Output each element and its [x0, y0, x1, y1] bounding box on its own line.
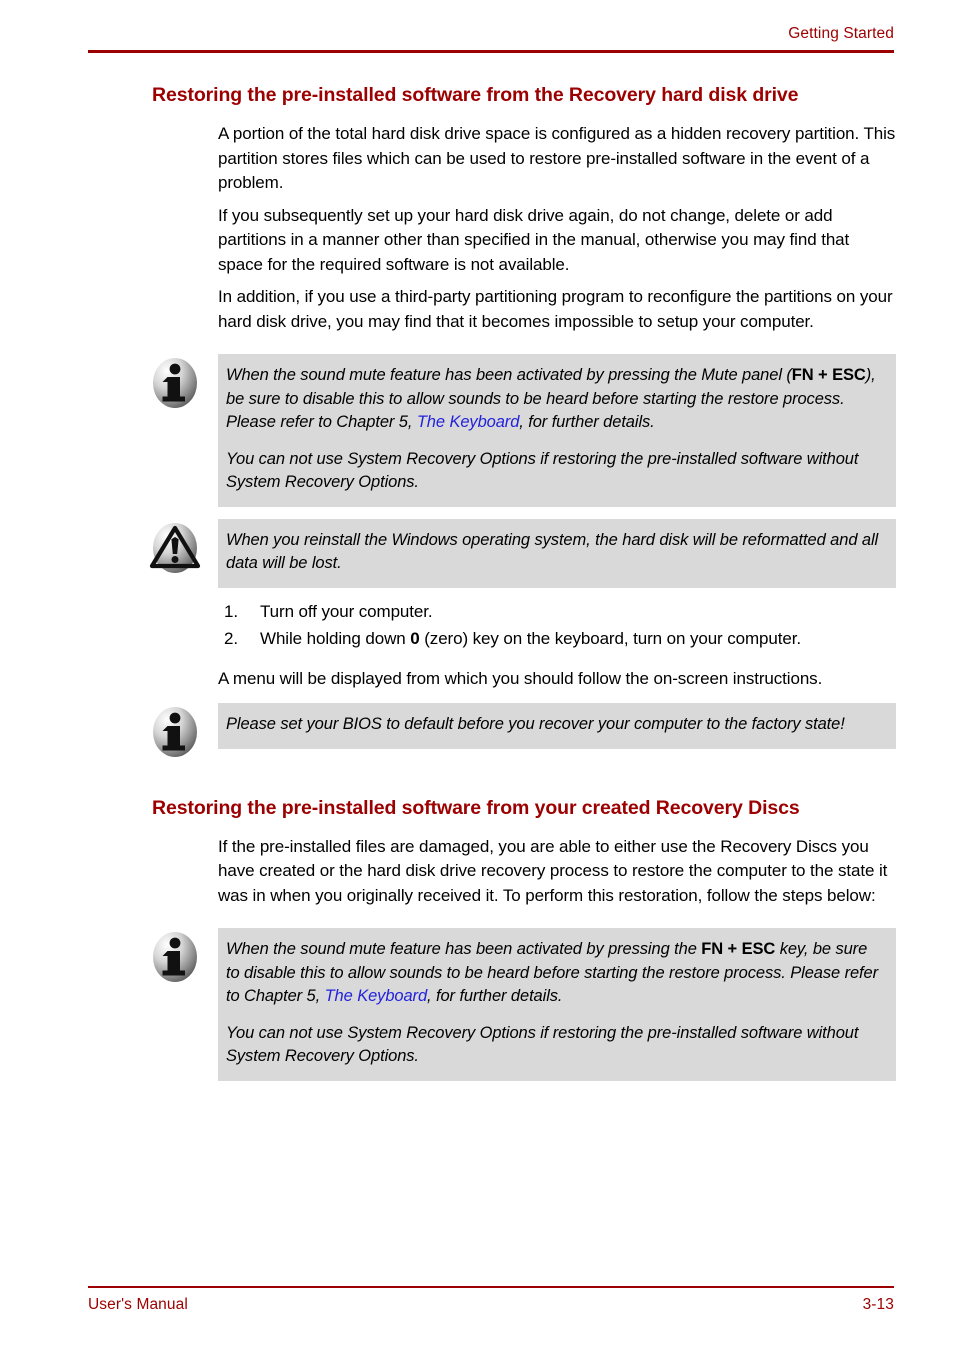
- list-item: 2. While holding down 0 (zero) key on the…: [218, 627, 896, 652]
- after-steps-body: A menu will be displayed from which you …: [218, 667, 896, 692]
- info-icon: [148, 356, 202, 410]
- warning-callout-reinstall-windows: When you reinstall the Windows operating…: [149, 518, 896, 588]
- info-icon: [148, 705, 202, 759]
- callout-paragraph: When the sound mute feature has been act…: [226, 938, 884, 1009]
- bold-zero-key: 0: [410, 629, 420, 648]
- list-item-number: 1.: [224, 601, 238, 621]
- list-item-number: 2.: [224, 629, 238, 648]
- paragraph: In addition, if you use a third-party pa…: [218, 287, 893, 331]
- paragraph: If you subsequently set up your hard dis…: [218, 205, 850, 274]
- list-item-text: While holding down: [260, 629, 411, 648]
- callout-text: When the sound mute feature has been act…: [226, 366, 792, 384]
- running-header: Getting Started: [88, 24, 894, 53]
- list-item-text: (zero) key on the keyboard, turn on your…: [419, 629, 801, 648]
- list-item: 1. Turn off your computer.: [218, 600, 896, 625]
- keycap-plus: +: [723, 940, 742, 958]
- page-content: Restoring the pre-installed software fro…: [149, 80, 896, 1081]
- paragraph: A portion of the total hard disk drive s…: [218, 124, 896, 192]
- info-callout-mute-feature-discs: When the sound mute feature has been act…: [153, 928, 896, 1081]
- callout-text: , for further details.: [427, 987, 563, 1005]
- document-page: Getting Started Restoring the pre-instal…: [0, 0, 954, 1352]
- steps-list: 1. Turn off your computer. 2. While holdin…: [218, 600, 896, 652]
- section-heading-recovery-hard-disk: Restoring the pre-installed software fro…: [152, 84, 799, 106]
- footer-manual-label: User's Manual: [88, 1296, 188, 1313]
- section-heading-recovery-discs: Restoring the pre-installed software fro…: [152, 796, 800, 819]
- list-item-text: Turn off your computer.: [260, 601, 433, 621]
- keycap-plus: +: [813, 366, 833, 384]
- footer-divider-rule: [88, 1286, 894, 1288]
- section-2-body: If the pre-installed files are damaged, …: [218, 835, 896, 909]
- keycap-esc: ESC: [741, 940, 776, 958]
- page-footer: User's Manual 3-13: [88, 1286, 894, 1314]
- header-chapter-title: Getting Started: [788, 25, 894, 42]
- cross-reference-link[interactable]: The Keyboard: [325, 987, 428, 1005]
- header-divider-rule: [88, 50, 894, 53]
- keycap-fn: FN: [791, 366, 814, 384]
- callout-text: When the sound mute feature has been act…: [226, 940, 702, 958]
- paragraph: A menu will be displayed from which you …: [218, 668, 823, 688]
- info-icon: [148, 930, 202, 984]
- callout-paragraph: You can not use System Recovery Options …: [226, 1023, 859, 1066]
- footer-page-number: 3-13: [862, 1296, 894, 1313]
- section-1-body: A portion of the total hard disk drive s…: [218, 122, 896, 334]
- keycap-esc: ESC: [832, 366, 866, 384]
- keycap-fn: FN: [701, 940, 724, 958]
- callout-text: , for further details.: [519, 413, 655, 431]
- callout-paragraph: You can not use System Recovery Options …: [226, 449, 859, 492]
- footer-row: User's Manual 3-13: [88, 1296, 894, 1314]
- callout-paragraph: Please set your BIOS to default before y…: [226, 715, 845, 733]
- callout-paragraph: When you reinstall the Windows operating…: [226, 530, 879, 573]
- warning-icon: [148, 521, 202, 575]
- callout-paragraph: When the sound mute feature has been act…: [226, 364, 884, 435]
- info-callout-bios-default: Please set your BIOS to default before y…: [153, 703, 896, 757]
- info-callout-mute-feature: When the sound mute feature has been act…: [153, 354, 896, 507]
- cross-reference-link[interactable]: The Keyboard: [417, 413, 520, 431]
- paragraph: If the pre-installed files are damaged, …: [218, 836, 888, 905]
